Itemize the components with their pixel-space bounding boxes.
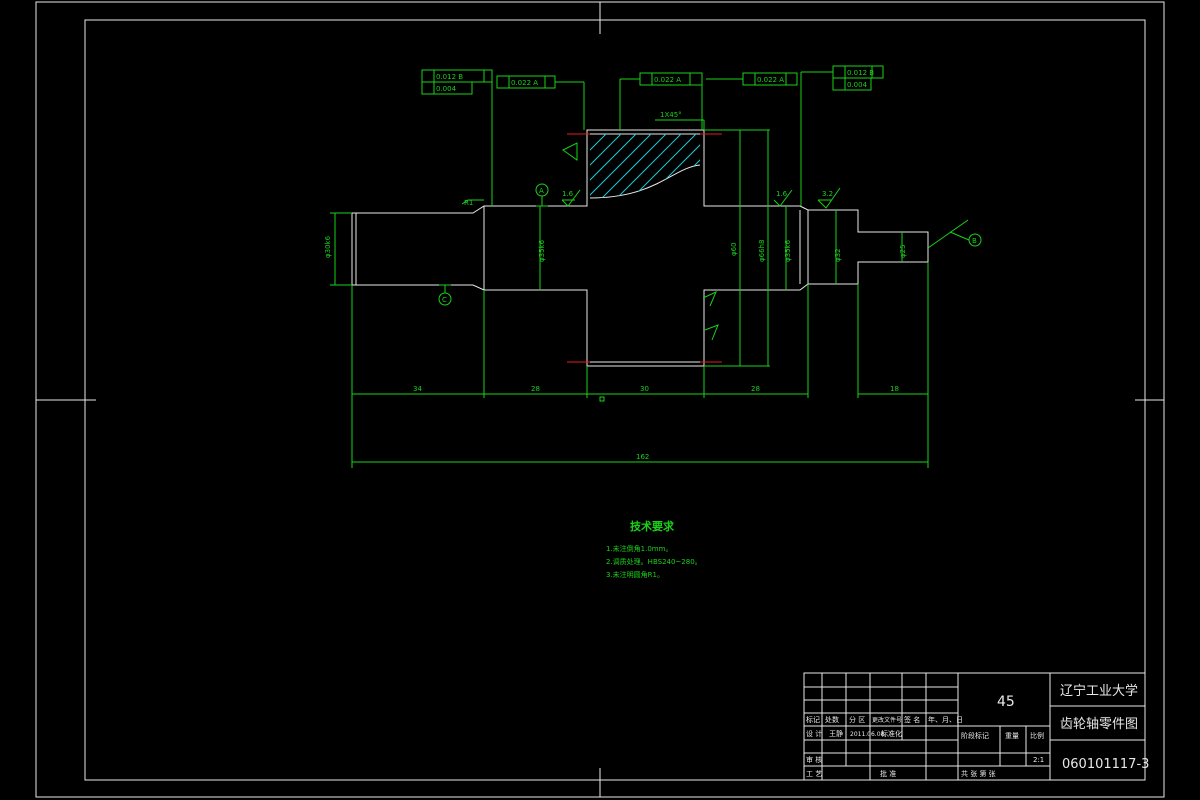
tb-label-change-doc: 更改文件号	[872, 716, 902, 724]
tb-label-signature: 签 名	[904, 715, 920, 724]
chamfer-note: 1X45°	[660, 111, 682, 119]
dim-diameter-right-bearing: φ35k6	[784, 239, 792, 262]
tb-designer: 王静	[829, 729, 843, 738]
datum-a-label: A	[539, 187, 544, 195]
tb-label-marks: 标记	[806, 715, 820, 724]
dim-diameter-bearing: φ35k6	[538, 239, 546, 262]
dim-diameter-left: φ30k6	[324, 235, 332, 258]
finish-3: 3.2	[822, 190, 833, 198]
tb-label-count: 处数	[825, 715, 839, 724]
tb-material: 45	[997, 694, 1015, 710]
tb-label-review: 审 核	[806, 755, 822, 764]
dim-diameter-tip: φ66h8	[758, 240, 766, 262]
len-28a: 28	[531, 385, 540, 393]
tech-req-3: 3.未注明圆角R1。	[606, 570, 664, 579]
finish-2: 1.6	[776, 190, 788, 198]
len-30: 30	[640, 385, 649, 393]
len-18: 18	[890, 385, 899, 393]
fcf1-a: 0.012 B	[436, 73, 463, 81]
shaft-outline	[351, 129, 929, 367]
tech-req-2: 2.调质处理。HBS240~280。	[606, 557, 702, 566]
tech-req-title: 技术要求	[630, 519, 675, 533]
tb-label-zone: 分 区	[849, 715, 865, 724]
drawing-svg: φ30k6 φ35k6 φ60 φ66h8 φ35k6 φ32 φ25 34 2…	[35, 1, 1165, 798]
fcf5-a: 0.012 B	[847, 69, 874, 77]
technical-requirements: 技术要求 1.未注倒角1.0mm。 2.调质处理。HBS240~280。 3.未…	[606, 519, 702, 579]
dim-diameter-end: φ25	[899, 244, 907, 258]
title-block-text: 标记 处数 分 区 更改文件号 签 名 年、月、日 设 计 王静 2011.06…	[806, 683, 1149, 778]
tb-label-process: 工 艺	[806, 770, 822, 778]
datum-b-label: B	[972, 237, 977, 245]
len-total: 162	[636, 453, 649, 461]
fcf4: 0.022 A	[757, 76, 784, 84]
tb-label-scale: 比例	[1030, 731, 1044, 740]
fcf5-b: 0.004	[847, 81, 868, 89]
dimension-labels: φ30k6 φ35k6 φ60 φ66h8 φ35k6 φ32 φ25 34 2…	[324, 69, 977, 461]
tb-label-design: 设 计	[806, 729, 822, 738]
len-34: 34	[413, 385, 422, 393]
tb-university: 辽宁工业大学	[1060, 683, 1138, 699]
tb-drawing-number: 060101117-3	[1062, 757, 1149, 772]
tech-req-1: 1.未注倒角1.0mm。	[606, 544, 672, 553]
dimension-lines	[330, 65, 982, 468]
fcf1-b: 0.004	[436, 85, 457, 93]
tb-label-date: 年、月、日	[928, 715, 963, 724]
tb-part-name: 齿轮轴零件图	[1060, 717, 1138, 732]
datum-c-label: C	[442, 296, 447, 304]
tb-design-date: 2011.06.08	[850, 731, 885, 738]
fcf3: 0.022 A	[654, 76, 681, 84]
tb-label-stage: 阶段标记	[961, 731, 989, 740]
tb-label-weight: 重量	[1005, 732, 1019, 740]
fillet-r1: R1	[464, 199, 473, 207]
pitch-lines	[567, 133, 722, 363]
dim-diameter-right-shoulder: φ32	[834, 248, 842, 262]
dim-diameter-gear: φ60	[730, 242, 738, 256]
tb-sheets: 共 张 第 张	[961, 769, 996, 778]
tb-label-standardize: 标准化	[881, 729, 902, 738]
tb-label-approve: 批 准	[880, 769, 896, 778]
len-28b: 28	[751, 385, 760, 393]
cad-drawing-canvas: φ30k6 φ35k6 φ60 φ66h8 φ35k6 φ32 φ25 34 2…	[0, 0, 1200, 800]
fcf2: 0.022 A	[511, 79, 538, 87]
finish-1: 1.6	[562, 190, 574, 198]
tb-scale: 2:1	[1033, 756, 1044, 764]
